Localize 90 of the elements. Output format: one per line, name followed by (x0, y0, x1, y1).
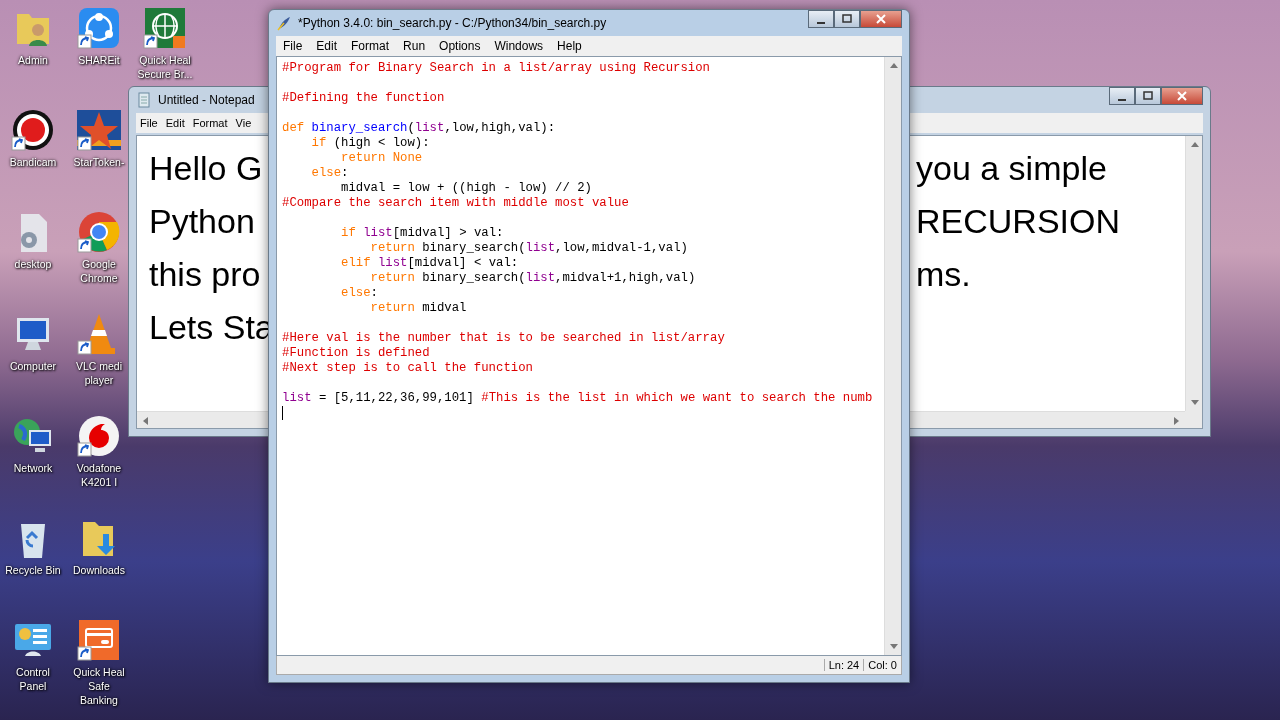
notepad-text: Hello G (149, 148, 263, 189)
code-token: def (282, 121, 306, 135)
notepad-text: you a simple (916, 148, 1107, 189)
code-token: elif (340, 256, 372, 270)
speech-mark-icon[interactable] (77, 414, 121, 458)
code-token: return (369, 241, 416, 255)
code-token: else (310, 166, 342, 180)
code-token: list (282, 391, 312, 405)
column-number-status: Col: 0 (863, 659, 901, 671)
window-title: Untitled - Notepad (158, 93, 255, 107)
minimize-icon (1118, 98, 1126, 101)
vertical-scrollbar[interactable] (1185, 136, 1202, 411)
desktop-icon-label[interactable]: Recycle Bin (5, 563, 61, 577)
notepad-text: RECURSION (916, 201, 1121, 242)
code-token: midval (422, 301, 467, 315)
close-icon (876, 14, 886, 24)
code-token: : (370, 286, 378, 300)
feather-icon (276, 15, 292, 31)
globe-icon[interactable] (143, 6, 187, 50)
code-token: if (340, 226, 357, 240)
desktop-icon-label[interactable]: Control Panel (5, 665, 61, 693)
desktop-icon-label[interactable]: Vodafone K4201 I (71, 461, 127, 489)
code-token: return (369, 271, 416, 285)
maximize-button[interactable] (1135, 87, 1161, 105)
close-icon (1177, 91, 1187, 101)
text-cursor (282, 406, 283, 420)
code-token: return None (340, 151, 423, 165)
code-token: list (377, 256, 408, 270)
code-token: binary_search( (422, 271, 526, 285)
desktop-icon-label[interactable]: VLC medi player (71, 359, 127, 387)
code-token: binary_search( (422, 241, 526, 255)
code-token: midval = low + ((high - low) // 2) (340, 181, 592, 195)
browser-icon[interactable] (77, 210, 121, 254)
minimize-button[interactable] (1109, 87, 1135, 105)
maximize-icon (842, 14, 852, 24)
menu-item[interactable]: Edit (161, 117, 189, 129)
card-icon[interactable] (77, 618, 121, 662)
menu-item[interactable]: Edit (309, 39, 345, 53)
code-token: [midval] > val: (392, 226, 504, 240)
code-token: #This is the list in which we want to search the numb (481, 391, 873, 405)
desktop-icon-label[interactable]: Network (13, 461, 53, 475)
menu-item[interactable]: Help (550, 39, 589, 53)
menu-item[interactable]: Format (344, 39, 397, 53)
menu-item[interactable]: Run (396, 39, 433, 53)
code-token: else (340, 286, 371, 300)
window-title: *Python 3.4.0: bin_search.py - C:/Python34/bin_search.py (298, 16, 607, 30)
code-token: if (310, 136, 327, 150)
code-token: : (341, 166, 349, 180)
code-token: #Function is defined (282, 346, 430, 360)
code-token: [midval] < val: (407, 256, 519, 270)
menu-item[interactable]: File (276, 39, 310, 53)
desktop-icon-label[interactable]: Downloads (73, 563, 125, 577)
code-token: (high < low): (332, 136, 430, 150)
close-button[interactable] (1161, 87, 1203, 105)
notepad-text: this pro (149, 254, 261, 295)
code-token: ,low,high,val): (444, 121, 556, 135)
line-number-status: Ln: 24 (823, 659, 864, 671)
code-token: ,midval+1,high,val) (555, 271, 696, 285)
code-token: #Program for Binary Search in a list/array using Recursion (282, 61, 710, 75)
menu-item[interactable]: Options (432, 39, 488, 53)
notepad-text: ms. (916, 254, 971, 295)
code-token: ( (407, 121, 415, 135)
maximize-button[interactable] (834, 10, 860, 28)
code-token: list (363, 226, 393, 240)
share-icon[interactable] (77, 6, 121, 50)
code-token: #Here val is the number that is to be searched in list/array (282, 331, 725, 345)
vertical-scrollbar[interactable] (884, 57, 901, 655)
menu-item[interactable]: File (136, 117, 162, 129)
code-token: list (525, 241, 556, 255)
code-token: #Next step is to call the function (282, 361, 533, 375)
code-token: binary_search (311, 121, 408, 135)
minimize-icon (817, 21, 825, 24)
menu-item[interactable]: Windows (487, 39, 551, 53)
menu-item[interactable]: Vie (231, 117, 256, 129)
notepad-text: Python (149, 201, 255, 242)
notepad-icon (136, 92, 152, 108)
code-token: return (369, 301, 416, 315)
code-token: = [5,11,22,36,99,101] (317, 391, 475, 405)
minimize-button[interactable] (808, 10, 834, 28)
code-token: #Compare the search item with middle most value (282, 196, 629, 210)
close-button[interactable] (860, 10, 902, 28)
desktop-icon-label[interactable]: Quick Heal Safe Banking (71, 665, 127, 707)
record-icon[interactable] (11, 108, 55, 152)
maximize-icon (1143, 91, 1153, 101)
desktop-icon-label[interactable]: Computer (9, 359, 57, 373)
menu-item[interactable]: Format (188, 117, 232, 129)
code-token: list (525, 271, 556, 285)
code-token: ,low,midval-1,val) (555, 241, 688, 255)
code-token: #Defining the function (282, 91, 445, 105)
code-token: list (414, 121, 445, 135)
